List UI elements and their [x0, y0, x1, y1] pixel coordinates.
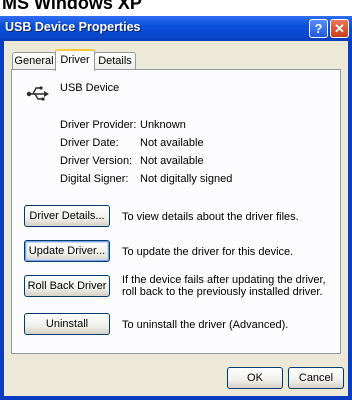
- close-button[interactable]: ✕: [330, 19, 349, 38]
- driver-version-value: Not available: [140, 155, 204, 167]
- tab-details[interactable]: Details: [94, 52, 136, 70]
- usb-plug-icon: [26, 86, 49, 101]
- help-button[interactable]: ?: [309, 19, 328, 38]
- tab-driver[interactable]: Driver: [55, 49, 95, 71]
- update-driver-description: To update the driver for this device.: [122, 246, 294, 258]
- uninstall-description: To uninstall the driver (Advanced).: [122, 319, 289, 331]
- ok-button[interactable]: OK: [227, 367, 283, 389]
- title-bar[interactable]: USB Device Properties ? ✕: [0, 16, 352, 41]
- roll-back-driver-description: If the device fails after updating the d…: [122, 274, 326, 298]
- os-caption-text: MS Windows XP: [2, 0, 142, 13]
- driver-details-button[interactable]: Driver Details...: [24, 205, 110, 227]
- dialog-client: General Driver Details USB Device Driver…: [4, 41, 348, 396]
- update-driver-button[interactable]: Update Driver...: [24, 240, 110, 262]
- digital-signer-value: Not digitally signed: [140, 173, 233, 185]
- tab-general[interactable]: General: [12, 52, 56, 70]
- digital-signer-label: Digital Signer:: [60, 173, 129, 185]
- cancel-button[interactable]: Cancel: [288, 367, 344, 389]
- device-name: USB Device: [60, 82, 120, 94]
- driver-date-label: Driver Date:: [60, 137, 119, 149]
- properties-window: USB Device Properties ? ✕ General Driver…: [0, 16, 352, 400]
- driver-version-label: Driver Version:: [60, 155, 133, 167]
- uninstall-button[interactable]: Uninstall: [24, 313, 110, 335]
- driver-provider-value: Unknown: [140, 119, 186, 131]
- os-caption: MS Windows XP: [0, 0, 352, 16]
- driver-provider-label: Driver Provider:: [60, 119, 137, 131]
- driver-tab-panel: USB Device Driver Provider: Unknown Driv…: [11, 69, 341, 354]
- driver-details-description: To view details about the driver files.: [122, 211, 299, 223]
- roll-back-driver-button[interactable]: Roll Back Driver: [24, 275, 110, 297]
- window-title: USB Device Properties: [5, 20, 141, 34]
- driver-date-value: Not available: [140, 137, 204, 149]
